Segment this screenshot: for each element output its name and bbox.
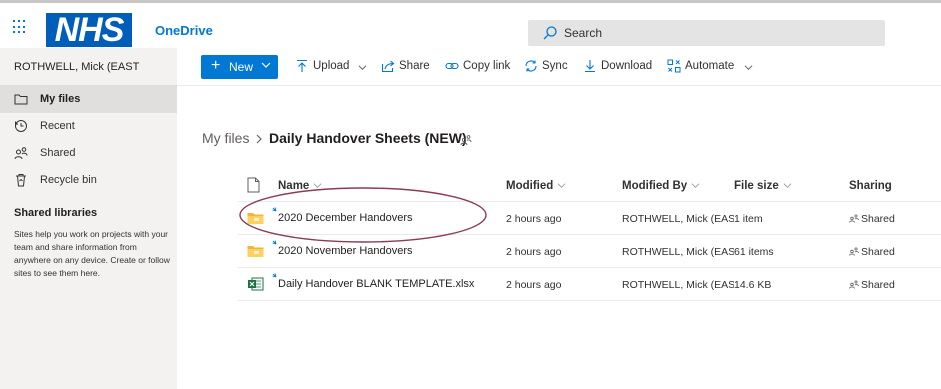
sidebar: ROTHWELL, Mick (EAST My files Recent Sha… bbox=[0, 48, 177, 389]
folder-icon bbox=[247, 246, 264, 257]
breadcrumb-my-files[interactable]: My files bbox=[202, 130, 249, 146]
sidebar-item-recent[interactable]: Recent bbox=[0, 113, 177, 140]
chevron-down-icon bbox=[783, 183, 792, 189]
app-header: NHS OneDrive Search bbox=[0, 3, 941, 48]
excel-file-icon bbox=[248, 277, 264, 291]
column-header-file-size[interactable]: File size bbox=[734, 180, 792, 192]
file-name-link[interactable]: 2020 November Handovers bbox=[278, 245, 413, 257]
search-placeholder: Search bbox=[564, 26, 603, 40]
sidebar-item-shared[interactable]: Shared bbox=[0, 140, 177, 167]
user-name: ROTHWELL, Mick (EAST bbox=[14, 61, 140, 73]
modified-by-cell: ROTHWELL, Mick (EAST CH bbox=[622, 213, 734, 225]
sync-icon bbox=[525, 60, 537, 72]
share-icon bbox=[381, 60, 395, 73]
modified-cell: 2 hours ago bbox=[506, 213, 562, 225]
sync-label: Sync bbox=[542, 60, 568, 72]
plus-icon: + bbox=[211, 57, 221, 74]
annotation-circle bbox=[239, 187, 487, 243]
sharing-label: Shared bbox=[861, 246, 895, 258]
chevron-right-icon bbox=[256, 134, 262, 144]
nhs-logo[interactable]: NHS bbox=[46, 13, 132, 47]
file-size-cell: 61 items bbox=[734, 246, 774, 258]
sharing-cell[interactable]: Shared bbox=[849, 279, 895, 291]
link-icon bbox=[445, 62, 459, 70]
chevron-down-icon bbox=[744, 65, 753, 71]
file-size-cell: 1 item bbox=[734, 213, 763, 225]
modified-by-cell: ROTHWELL, Mick (EAST CH bbox=[622, 246, 734, 258]
shared-people-icon bbox=[460, 135, 472, 146]
shared-people-icon bbox=[849, 214, 859, 223]
sidebar-item-label: Recent bbox=[40, 120, 75, 132]
sidebar-item-my-files[interactable]: My files bbox=[0, 86, 177, 113]
upload-label: Upload bbox=[313, 60, 350, 72]
share-label: Share bbox=[399, 60, 430, 72]
column-modified-label: Modified bbox=[506, 180, 554, 192]
column-modified-by-label: Modified By bbox=[622, 180, 688, 192]
download-icon bbox=[585, 60, 595, 73]
sharing-cell[interactable]: Shared bbox=[849, 213, 895, 225]
command-bar: + New Upload Share Copy link Sync Downlo… bbox=[177, 48, 941, 86]
sharing-cell[interactable]: Shared bbox=[849, 246, 895, 258]
file-name-link[interactable]: Daily Handover BLANK TEMPLATE.xlsx bbox=[278, 278, 474, 290]
chevron-down-icon bbox=[358, 65, 367, 71]
search-input[interactable]: Search bbox=[528, 20, 885, 46]
modified-by-cell: ROTHWELL, Mick (EAST CH bbox=[622, 279, 734, 291]
chevron-down-icon bbox=[261, 62, 271, 68]
file-size-cell: 14.6 KB bbox=[734, 279, 772, 291]
shared-libraries-description: Sites help you work on projects with you… bbox=[14, 229, 170, 278]
column-header-modified[interactable]: Modified bbox=[506, 180, 566, 192]
sidebar-item-label: Recycle bin bbox=[40, 174, 97, 186]
people-icon bbox=[14, 147, 28, 160]
automate-icon bbox=[667, 59, 681, 73]
sidebar-item-label: Shared bbox=[40, 147, 76, 159]
modified-cell: 2 hours ago bbox=[506, 279, 562, 291]
column-header-sharing[interactable]: Sharing bbox=[849, 180, 892, 192]
download-label: Download bbox=[601, 60, 653, 72]
sharing-label: Shared bbox=[861, 213, 895, 225]
folder-icon bbox=[14, 94, 28, 105]
search-icon bbox=[543, 26, 557, 40]
table-row[interactable]: Daily Handover BLANK TEMPLATE.xlsx 2 hou… bbox=[238, 268, 941, 301]
new-button-label: New bbox=[229, 60, 254, 74]
column-header-modified-by[interactable]: Modified By bbox=[622, 180, 700, 192]
chevron-down-icon bbox=[691, 183, 700, 189]
app-name-link[interactable]: OneDrive bbox=[155, 23, 213, 38]
sidebar-item-label: My files bbox=[40, 93, 81, 105]
shared-people-icon bbox=[849, 247, 859, 256]
upload-icon bbox=[297, 59, 307, 72]
user-account[interactable]: ROTHWELL, Mick (EAST bbox=[0, 48, 177, 86]
new-button[interactable]: + New bbox=[201, 55, 278, 79]
copy-link-label: Copy link bbox=[463, 60, 511, 72]
sharing-label: Shared bbox=[861, 279, 895, 291]
breadcrumb-current-folder: Daily Handover Sheets (NEW) bbox=[269, 130, 467, 146]
shared-people-icon bbox=[849, 280, 859, 289]
trash-icon bbox=[16, 174, 26, 187]
chevron-down-icon bbox=[557, 183, 566, 189]
sidebar-item-recycle-bin[interactable]: Recycle bin bbox=[0, 167, 177, 194]
app-launcher-icon[interactable] bbox=[13, 20, 27, 34]
column-file-size-label: File size bbox=[734, 180, 779, 192]
automate-label: Automate bbox=[685, 60, 735, 72]
modified-cell: 2 hours ago bbox=[506, 246, 562, 258]
shared-libraries-heading: Shared libraries bbox=[14, 207, 98, 219]
clock-icon bbox=[15, 120, 27, 132]
